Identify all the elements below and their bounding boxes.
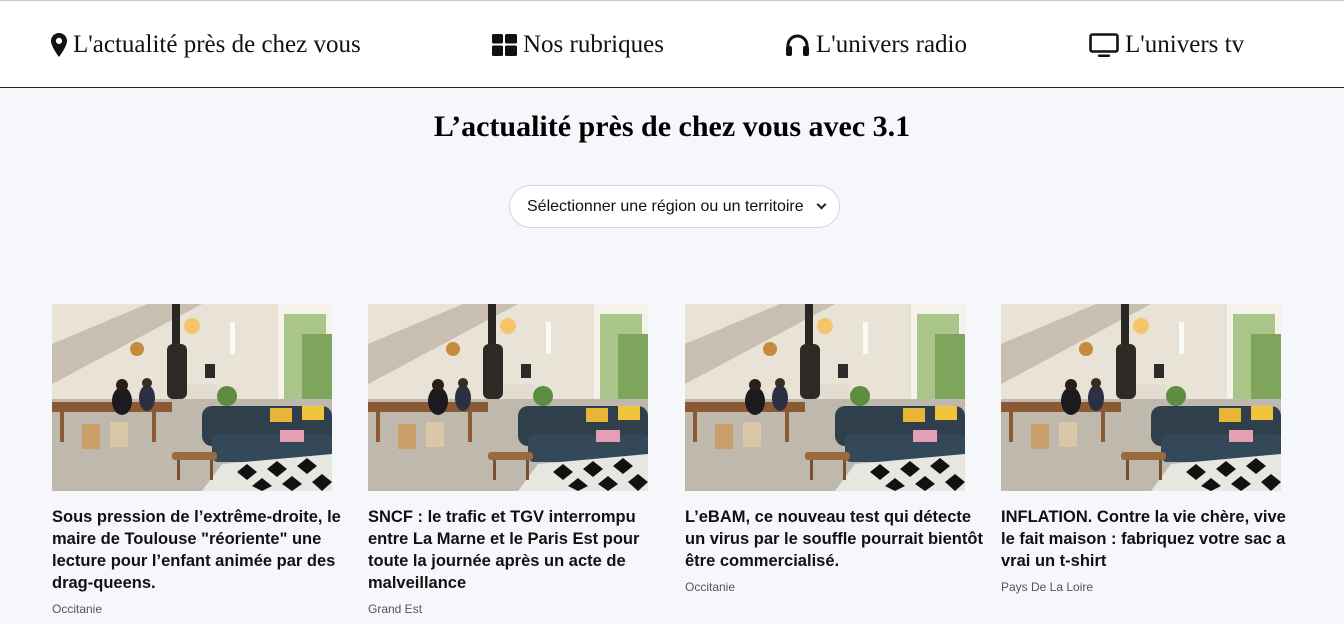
article-region[interactable]: Occitanie — [685, 580, 985, 594]
article-title[interactable]: SNCF : le trafic et TGV interrompu entre… — [368, 506, 668, 594]
region-select-value: Sélectionner une région ou un territoire — [527, 197, 804, 215]
nav-item-label: L'actualité près de chez vous — [73, 31, 361, 58]
article-card[interactable]: SNCF : le trafic et TGV interrompu entre… — [368, 304, 668, 616]
article-image[interactable] — [1001, 304, 1281, 491]
region-select[interactable]: Sélectionner une région ou un territoire — [509, 185, 840, 228]
nav-item-label: L'univers radio — [816, 31, 967, 58]
article-region[interactable]: Pays De La Loire — [1001, 580, 1301, 594]
monitor-icon — [1089, 32, 1119, 58]
article-card[interactable]: INFLATION. Contre la vie chère, vive le … — [1001, 304, 1301, 594]
article-region[interactable]: Occitanie — [52, 602, 352, 616]
article-title[interactable]: L’eBAM, ce nouveau test qui détecte un v… — [685, 506, 985, 572]
nav-item-rubriques[interactable]: Nos rubriques — [492, 29, 664, 61]
article-image[interactable] — [685, 304, 965, 491]
article-region[interactable]: Grand Est — [368, 602, 668, 616]
nav-item-radio[interactable]: L'univers radio — [785, 29, 967, 61]
page-title: L’actualité près de chez vous avec 3.1 — [433, 110, 911, 143]
nav-item-tv[interactable]: L'univers tv — [1089, 29, 1244, 61]
article-title[interactable]: Sous pression de l’extrême-droite, le ma… — [52, 506, 352, 594]
nav-item-local-news[interactable]: L'actualité près de chez vous — [51, 29, 361, 61]
article-title[interactable]: INFLATION. Contre la vie chère, vive le … — [1001, 506, 1301, 572]
article-image[interactable] — [368, 304, 648, 491]
article-card[interactable]: L’eBAM, ce nouveau test qui détecte un v… — [685, 304, 985, 594]
chevron-down-icon — [816, 199, 827, 210]
grid-icon — [492, 34, 517, 56]
map-marker-icon — [51, 33, 67, 57]
headphones-icon — [785, 34, 810, 56]
article-image[interactable] — [52, 304, 332, 491]
nav-item-label: L'univers tv — [1125, 31, 1245, 58]
article-card[interactable]: Sous pression de l’extrême-droite, le ma… — [52, 304, 352, 616]
top-navigation: L'actualité près de chez vous Nos rubriq… — [0, 0, 1344, 88]
nav-item-label: Nos rubriques — [523, 31, 664, 58]
